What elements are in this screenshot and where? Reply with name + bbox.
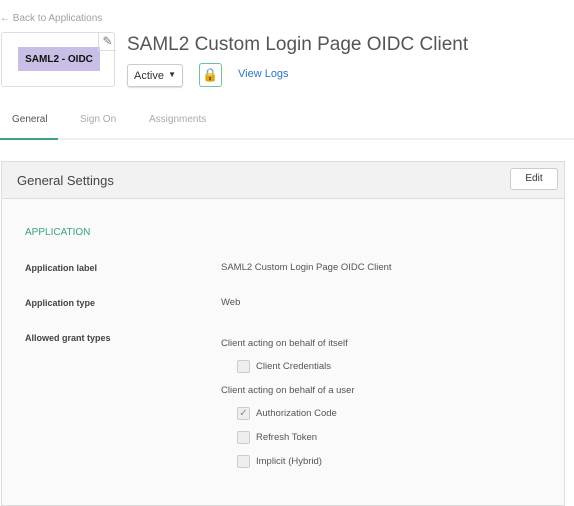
app-logo-box: SAML2 - OIDC ✎ (1, 32, 116, 87)
status-dropdown[interactable]: Active ▼ (127, 64, 183, 87)
push-lock-icon-button[interactable]: 🔒 (199, 63, 222, 87)
tab-sign-on[interactable]: Sign On (80, 114, 116, 125)
edit-logo-pencil-icon[interactable]: ✎ (98, 33, 116, 51)
back-to-applications-link[interactable]: ← Back to Applications (0, 13, 102, 24)
page-title: SAML2 Custom Login Page OIDC Client (127, 34, 469, 55)
refresh-token-checkbox[interactable] (237, 431, 250, 444)
client-credentials-label: Client Credentials (256, 361, 331, 372)
panel-header: General Settings Edit (2, 162, 564, 199)
implicit-hybrid-checkbox[interactable] (237, 455, 250, 468)
app-logo: SAML2 - OIDC (18, 47, 100, 71)
grant-group-heading: Client acting on behalf of a user (221, 385, 355, 396)
status-value: Active (134, 70, 164, 82)
application-label-label: Application label (25, 263, 98, 273)
section-heading: APPLICATION (25, 227, 91, 238)
general-settings-panel: General Settings Edit APPLICATION Applic… (1, 161, 565, 506)
allowed-grant-types-label: Allowed grant types (25, 333, 111, 343)
authorization-code-checkbox[interactable]: ✓ (237, 407, 250, 420)
grant-group-heading: Client acting on behalf of itself (221, 338, 348, 349)
application-label-value: SAML2 Custom Login Page OIDC Client (221, 262, 392, 273)
panel-title: General Settings (17, 173, 114, 188)
authorization-code-label: Authorization Code (256, 408, 337, 419)
active-tab-indicator (0, 138, 58, 140)
application-type-label: Application type (25, 298, 96, 308)
view-logs-link[interactable]: View Logs (238, 68, 289, 80)
refresh-token-label: Refresh Token (256, 432, 318, 443)
tab-assignments[interactable]: Assignments (149, 114, 206, 125)
implicit-hybrid-label: Implicit (Hybrid) (256, 456, 322, 467)
tab-divider (0, 138, 574, 140)
checkmark-icon: ✓ (239, 408, 248, 419)
edit-button[interactable]: Edit (510, 168, 558, 190)
application-type-value: Web (221, 297, 241, 308)
tab-general[interactable]: General (12, 114, 48, 125)
caret-down-icon: ▼ (168, 70, 176, 79)
client-credentials-checkbox[interactable] (237, 360, 250, 373)
